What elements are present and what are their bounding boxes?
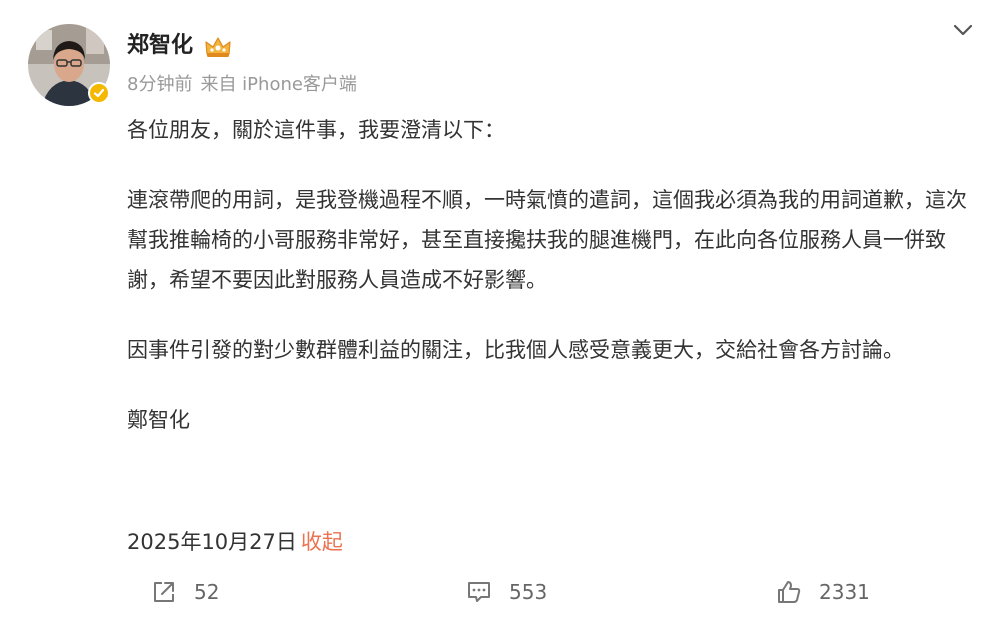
repost-count: 52 [194, 580, 220, 604]
post-date: 2025年10月27日 [127, 530, 297, 554]
verified-badge-icon [88, 82, 110, 104]
post-paragraph: 因事件引發的對少數群體利益的關注，比我個人感受意義更大，交給社會各方討論。 [127, 338, 904, 362]
post-meta: 8分钟前 来自 iPhone客户端 [127, 72, 357, 98]
crown-icon[interactable] [203, 34, 233, 60]
comment-button[interactable]: 553 [465, 570, 547, 614]
post-content: 各位朋友，關於這件事，我要澄清以下： 連滾帶爬的用詞，是我登機過程不順，一時氣憤… [127, 110, 967, 470]
comment-count: 553 [509, 580, 548, 604]
repost-button[interactable]: 52 [150, 570, 219, 614]
like-icon [778, 581, 801, 603]
weibo-post: 郑智化 8分钟前 来自 iPhone客户端 各位朋友，關於這件事，我要澄清以下： … [0, 0, 1000, 621]
author-name[interactable]: 郑智化 [127, 30, 193, 62]
action-bar: 52 553 2331 [0, 570, 1000, 614]
post-time[interactable]: 8分钟前 [127, 74, 192, 95]
post-paragraph: 各位朋友，關於這件事，我要澄清以下： [127, 118, 505, 142]
post-date-line: 2025年10月27日 收起 [127, 522, 343, 562]
like-count: 2331 [819, 580, 870, 604]
like-button[interactable]: 2331 [775, 570, 870, 614]
post-source: 来自 iPhone客户端 [200, 74, 357, 95]
chevron-down-icon[interactable] [950, 20, 976, 40]
comment-icon [468, 582, 490, 602]
post-signature: 鄭智化 [127, 408, 190, 432]
post-paragraph: 連滾帶爬的用詞，是我登機過程不順，一時氣憤的遣詞，這個我必須為我的用詞道歉，這次… [127, 188, 967, 292]
repost-icon [154, 582, 174, 602]
collapse-button[interactable]: 收起 [301, 530, 343, 554]
